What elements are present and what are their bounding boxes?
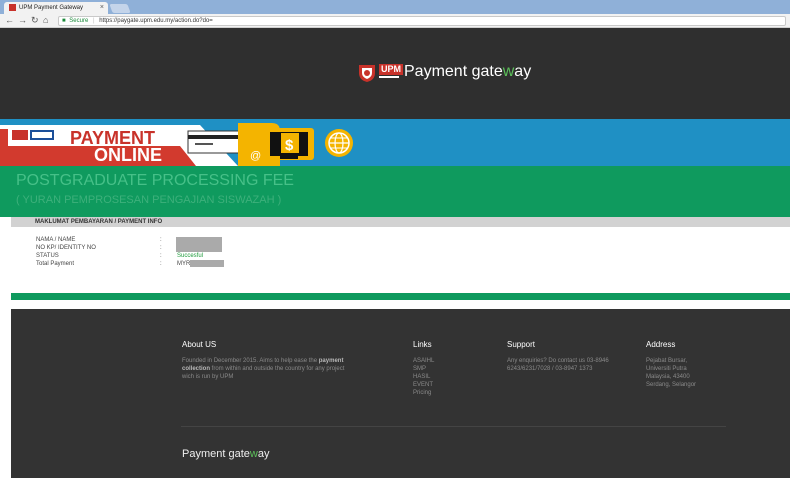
footer-link-event[interactable]: EVENT: [413, 381, 473, 389]
url-field[interactable]: ■ Secure | https://paygate.upm.edu.my/ac…: [58, 16, 786, 26]
back-arrow-icon[interactable]: ←: [5, 15, 14, 26]
currency-label: MYR: [177, 261, 191, 267]
footer-link-smp[interactable]: SMP: [413, 365, 473, 373]
support-text: Any enquiries? Do contact us 03-8946 624…: [507, 358, 609, 372]
section-divider: [11, 293, 790, 300]
address-line: Serdang, Selangor: [646, 382, 697, 388]
url-text: https://paygate.upm.edu.my/action.do?do=: [99, 18, 213, 24]
footer-link-hasil[interactable]: HASIL: [413, 373, 473, 381]
browser-tab[interactable]: UPM Payment Gateway ×: [4, 2, 108, 14]
footer-brand-prefix: Payment gate: [182, 448, 250, 460]
brand-name: Payment gateway: [404, 61, 531, 83]
info-colon: :: [160, 261, 162, 267]
masked-amount: [190, 260, 225, 267]
address-bar: ← → ↻ ⌂ ■ Secure | https://paygate.upm.e…: [0, 14, 790, 28]
footer-brand-highlight: w: [249, 448, 258, 460]
links-title: Links: [413, 340, 432, 349]
tab-title: UPM Payment Gateway: [19, 5, 84, 11]
fee-title-band: POSTGRADUATE PROCESSING FEE ( YURAN PEMP…: [0, 166, 790, 217]
footer-brand[interactable]: Payment gateway: [182, 448, 269, 460]
about-text-pre: Founded in December 2015. Aims to help e…: [182, 358, 319, 364]
url-separator: |: [92, 18, 95, 24]
info-row-name: NAMA / NAME :: [36, 236, 336, 244]
about-text: Founded in December 2015. Aims to help e…: [182, 357, 357, 381]
site-footer: About US Founded in December 2015. Aims …: [11, 309, 790, 478]
reload-icon[interactable]: ↻: [31, 15, 39, 26]
close-tab-icon[interactable]: ×: [100, 2, 104, 14]
upm-crest-icon: [359, 65, 375, 82]
payment-info-table: NAMA / NAME : NO KP/ IDENTITY NO : STATU…: [36, 236, 336, 268]
home-icon[interactable]: ⌂: [43, 15, 48, 26]
info-label: NO KP/ IDENTITY NO: [36, 245, 96, 251]
info-row-total: Total Payment : MYR: [36, 260, 336, 268]
footer-links: Links ASAIHL SMP HASIL EVENT Pricing: [413, 340, 473, 397]
browser-tab-bar: UPM Payment Gateway ×: [0, 0, 790, 14]
info-label: Total Payment: [36, 261, 75, 267]
site-header: UPM Payment gateway: [0, 28, 790, 119]
info-label: NAMA / NAME: [36, 237, 76, 243]
address-line: Malaysia, 43400: [646, 374, 690, 380]
address-line: Pejabat Bursar,: [646, 358, 688, 364]
favicon-icon: [9, 3, 16, 11]
footer-brand-suffix: ay: [257, 448, 270, 460]
brand-prefix: Payment gate: [404, 63, 503, 80]
status-value: Succesful: [177, 253, 204, 259]
info-row-status: STATUS : Succesful: [36, 252, 336, 260]
info-colon: :: [160, 253, 162, 259]
page-subtitle: ( YURAN PEMPROSESAN PENGAJIAN SISWAZAH ): [16, 194, 282, 206]
about-title: About US: [182, 340, 217, 349]
info-label: STATUS: [36, 253, 59, 259]
footer-divider: [181, 426, 726, 427]
secure-label: Secure: [69, 18, 89, 24]
footer-address: Address Pejabat Bursar, Universiti Putra…: [646, 340, 736, 389]
banner-line2: ONLINE: [94, 145, 162, 165]
total-payment-value: MYR: [177, 260, 225, 268]
info-colon: :: [160, 245, 162, 251]
support-title: Support: [507, 340, 536, 349]
page-title: POSTGRADUATE PROCESSING FEE: [16, 172, 294, 189]
info-row-identity: NO KP/ IDENTITY NO :: [36, 244, 336, 252]
brand-suffix: ay: [514, 63, 532, 80]
banner-at: @: [250, 150, 261, 162]
upm-logo-text: UPM: [379, 64, 403, 75]
address-line: Universiti Putra: [646, 366, 687, 372]
forward-arrow-icon[interactable]: →: [18, 15, 27, 26]
new-tab-button[interactable]: [109, 4, 131, 13]
logo-underline: [379, 76, 399, 78]
payment-info-heading: MAKLUMAT PEMBAYARAN / PAYMENT INFO: [35, 219, 163, 225]
payment-online-artwork: PAYMENT ONLINE @ $: [0, 119, 372, 166]
footer-link-asaihl[interactable]: ASAIHL: [413, 357, 473, 365]
footer-link-pricing[interactable]: Pricing: [413, 389, 473, 397]
brand-highlight: w: [502, 63, 515, 80]
banner-dollar: $: [285, 137, 294, 154]
info-colon: :: [160, 237, 162, 243]
payment-info-header: MAKLUMAT PEMBAYARAN / PAYMENT INFO: [11, 217, 790, 227]
footer-about: About US Founded in December 2015. Aims …: [182, 340, 357, 381]
address-title: Address: [646, 340, 676, 349]
payment-banner: PAYMENT ONLINE @ $: [0, 119, 790, 166]
footer-support: Support Any enquiries? Do contact us 03-…: [507, 340, 632, 373]
lock-icon: ■: [62, 18, 66, 24]
